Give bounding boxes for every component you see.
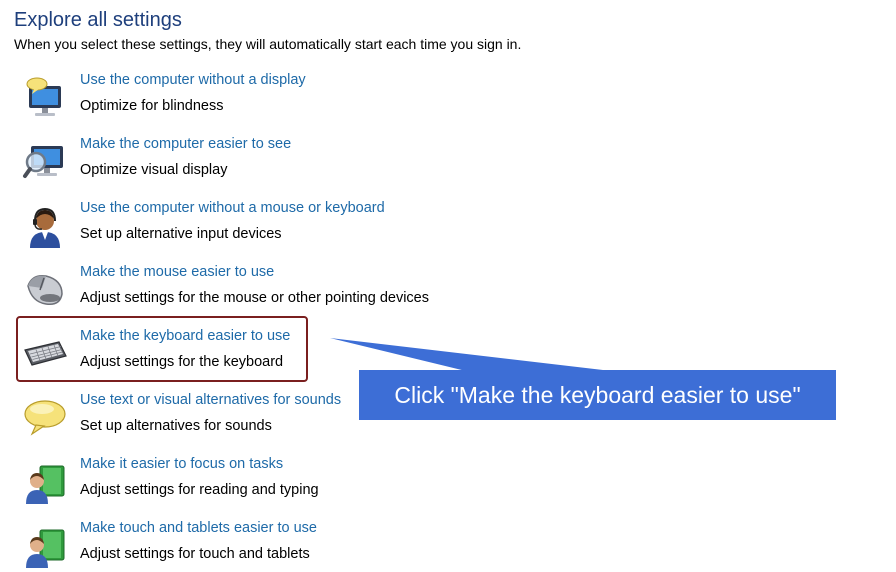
callout-pointer bbox=[330, 338, 620, 372]
ease-of-access-page: Explore all settings When you select the… bbox=[0, 0, 896, 572]
instruction-callout: Click "Make the keyboard easier to use" bbox=[359, 370, 836, 420]
